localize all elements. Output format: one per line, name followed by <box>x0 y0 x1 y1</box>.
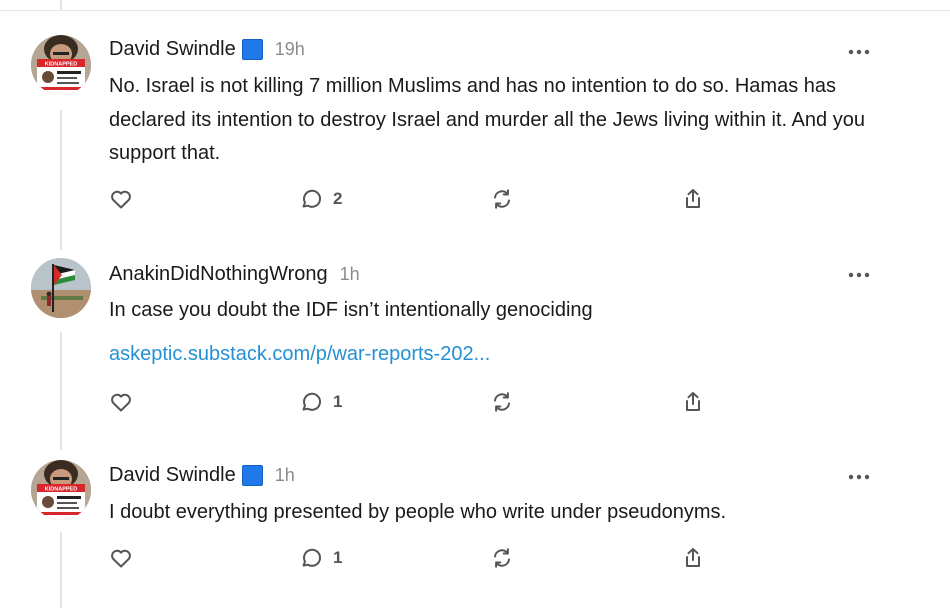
comment-text: In case you doubt the IDF isn’t intentio… <box>109 299 593 321</box>
comment-bubble-icon <box>302 392 322 411</box>
comment-bubble-icon <box>302 189 322 208</box>
more-dots-icon[interactable] <box>846 268 872 282</box>
more-dots-icon[interactable] <box>846 45 872 59</box>
heart-icon <box>111 549 131 568</box>
restack-button[interactable] <box>490 187 514 211</box>
share-upload-icon <box>686 548 700 567</box>
avatar[interactable] <box>31 258 91 318</box>
like-button[interactable] <box>109 187 133 211</box>
verified-badge-icon <box>241 39 263 60</box>
restack-icon <box>494 548 510 568</box>
share-upload-icon <box>686 392 700 411</box>
thread-line <box>60 332 62 450</box>
heart-icon <box>111 190 131 209</box>
restack-button[interactable] <box>490 390 514 414</box>
comment-header: David Swindle 1h <box>109 464 295 487</box>
timestamp[interactable]: 19h <box>275 39 305 60</box>
comment-text: I doubt everything presented by people w… <box>109 501 727 523</box>
share-button[interactable] <box>681 546 705 570</box>
thread-line <box>60 110 62 250</box>
author-name[interactable]: AnakinDidNothingWrong <box>109 263 328 286</box>
share-upload-icon <box>686 189 700 208</box>
restack-icon <box>494 392 510 412</box>
timestamp[interactable]: 1h <box>340 264 360 285</box>
verified-badge-icon <box>241 465 263 486</box>
restack-button[interactable] <box>490 546 514 570</box>
article-link[interactable]: askeptic.substack.com/p/war-reports-202.… <box>109 343 490 366</box>
comment-bubble-icon <box>302 548 322 567</box>
reply-button[interactable]: 2 <box>299 187 342 211</box>
like-button[interactable] <box>109 390 133 414</box>
reply-count: 2 <box>333 189 343 208</box>
thread-line <box>60 0 62 10</box>
top-divider <box>0 10 950 11</box>
more-dots-icon[interactable] <box>846 470 872 484</box>
comment-header: David Swindle 19h <box>109 38 305 61</box>
reply-count: 1 <box>333 548 343 567</box>
author-name[interactable]: David Swindle <box>109 38 236 61</box>
restack-icon <box>494 189 510 209</box>
avatar[interactable]: KIDNAPPED <box>31 460 91 520</box>
comment-text: No. Israel is not killing 7 million Musl… <box>109 75 865 164</box>
like-button[interactable] <box>109 546 133 570</box>
avatar[interactable]: KIDNAPPED <box>31 35 91 95</box>
reply-button[interactable]: 1 <box>299 546 342 570</box>
comment-header: AnakinDidNothingWrong 1h <box>109 263 360 286</box>
share-button[interactable] <box>681 187 705 211</box>
author-name[interactable]: David Swindle <box>109 464 236 487</box>
avatar-sign-text: KIDNAPPED <box>45 487 77 493</box>
reply-button[interactable]: 1 <box>299 390 342 414</box>
timestamp[interactable]: 1h <box>275 465 295 486</box>
avatar-sign-text: KIDNAPPED <box>45 62 77 68</box>
reply-count: 1 <box>333 392 343 411</box>
share-button[interactable] <box>681 390 705 414</box>
thread-line <box>60 532 62 608</box>
heart-icon <box>111 393 131 412</box>
